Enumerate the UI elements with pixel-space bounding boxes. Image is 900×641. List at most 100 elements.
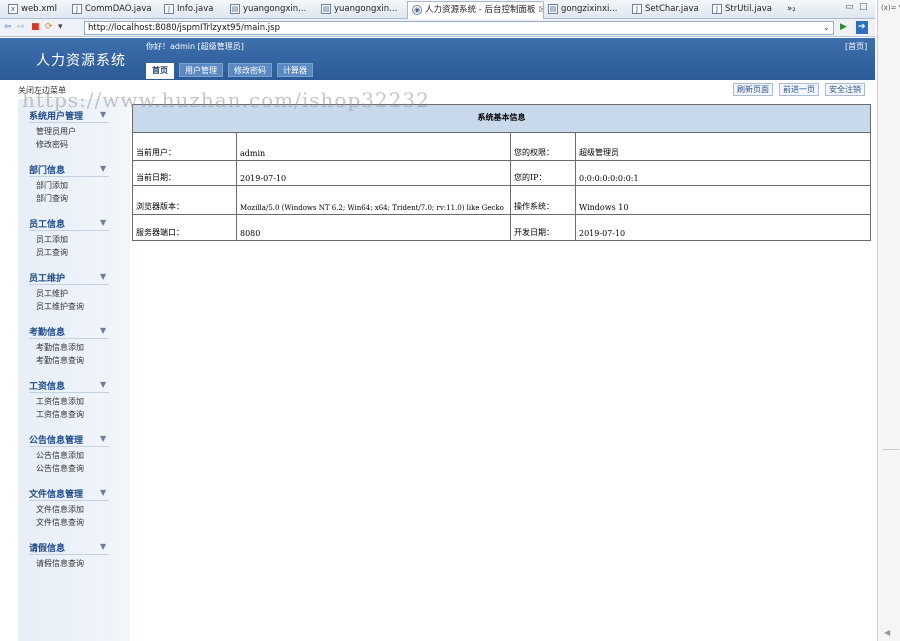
user-greeting: 你好！admin [超级管理员] xyxy=(146,42,244,51)
back-icon[interactable]: ⇦ xyxy=(4,21,12,34)
close-left-menu-link[interactable]: 关闭左边菜单 xyxy=(18,85,66,96)
tab-home[interactable]: 首页 xyxy=(146,63,174,79)
chevron-down-icon: ▼ xyxy=(100,434,107,443)
stop-icon[interactable]: ■ xyxy=(31,21,40,34)
sidebar-group-header[interactable]: 文件信息管理 ▼ xyxy=(18,485,130,501)
editor-tab-web-xml[interactable]: x web.xml xyxy=(8,2,78,18)
table-row: 当前用户： admin 您的权限： 超级管理员 xyxy=(132,132,871,161)
chevron-down-icon: ▼ xyxy=(100,218,107,227)
tab-user-management[interactable]: 用户管理 xyxy=(179,63,223,77)
sidebar-item-department-add[interactable]: 部门添加 xyxy=(36,179,130,192)
editor-tab-yuangongxin-2[interactable]: ▤ yuangongxin... xyxy=(321,2,405,18)
scroll-left-icon[interactable]: ◀ xyxy=(884,628,890,637)
more-tabs-button[interactable]: »₂ xyxy=(787,2,805,18)
refresh-page-button[interactable]: 刷新页面 xyxy=(733,83,773,96)
info-label: 当前日期： xyxy=(132,160,237,186)
sidebar-item-admin-users[interactable]: 管理员用户 xyxy=(36,125,130,138)
sidebar-group-employee-maintenance: 员工维护 ▼ 员工维护 员工维护查询 xyxy=(18,269,130,313)
sidebar-item-employee-add[interactable]: 员工添加 xyxy=(36,233,130,246)
panel-divider xyxy=(883,449,899,450)
table-row: 服务器端口： 8080 开发日期： 2019-07-10 xyxy=(132,214,871,241)
chevron-down-icon: ▼ xyxy=(100,272,107,281)
sidebar-item-salary-query[interactable]: 工资信息查询 xyxy=(36,408,130,421)
variables-view-label[interactable]: (x)= V xyxy=(881,4,900,12)
sidebar-group-leave: 请假信息 ▼ 请假信息查询 xyxy=(18,539,130,570)
sidebar-group-system-users: 系统用户管理 ▼ 管理员用户 修改密码 xyxy=(18,107,130,151)
chevron-down-icon: ▼ xyxy=(100,488,107,497)
chevron-down-icon: ▼ xyxy=(100,542,107,551)
table-title: 系统基本信息 xyxy=(132,104,871,133)
close-icon[interactable]: ☒ xyxy=(538,5,543,14)
sidebar-group-header[interactable]: 考勤信息 ▼ xyxy=(18,323,130,339)
sidebar-group-header[interactable]: 系统用户管理 ▼ xyxy=(18,107,130,123)
info-value: 超级管理员 xyxy=(575,132,871,161)
file-icon: ▤ xyxy=(230,4,240,14)
chevron-down-icon: ▼ xyxy=(100,164,107,173)
url-input[interactable]: http://localhost:8080/jspmITrlzyxt95/mai… xyxy=(84,21,834,35)
home-link[interactable]: [首页] xyxy=(845,41,867,52)
sidebar-group-header[interactable]: 员工信息 ▼ xyxy=(18,215,130,231)
editor-tab-browser[interactable]: ◉人力资源系统 - 后台控制面板☒ xyxy=(407,1,544,19)
editor-tab-info[interactable]: J Info.java xyxy=(164,2,228,18)
tab-change-password[interactable]: 修改密码 xyxy=(228,63,272,77)
sidebar-group-salary: 工资信息 ▼ 工资信息添加 工资信息查询 xyxy=(18,377,130,421)
sidebar-group-title: 员工信息 xyxy=(29,220,66,230)
chevron-down-icon[interactable]: ⌄ xyxy=(823,22,830,34)
sidebar-item-attendance-query[interactable]: 考勤信息查询 xyxy=(36,354,130,367)
minimize-icon[interactable]: ▭ xyxy=(845,2,854,12)
open-external-icon[interactable]: ➔ xyxy=(856,21,868,34)
forward-icon[interactable]: ⇨ xyxy=(17,21,25,34)
sidebar-group-header[interactable]: 部门信息 ▼ xyxy=(18,161,130,177)
sidebar-item-maintenance[interactable]: 员工维护 xyxy=(36,287,130,300)
go-icon[interactable]: ▶ xyxy=(840,21,847,34)
info-value: 8080 xyxy=(236,214,511,241)
file-icon: ▤ xyxy=(321,4,331,14)
info-value: 2019-07-10 xyxy=(236,160,511,186)
chevron-down-icon: ▼ xyxy=(100,110,107,119)
editor-tab-setchar[interactable]: J SetChar.java xyxy=(632,2,706,18)
java-file-icon: J xyxy=(712,4,722,14)
maximize-icon[interactable]: □ xyxy=(859,2,868,12)
sidebar-item-leave-query[interactable]: 请假信息查询 xyxy=(36,557,130,570)
sidebar-group-employees: 员工信息 ▼ 员工添加 员工查询 xyxy=(18,215,130,259)
globe-icon: ◉ xyxy=(412,5,422,15)
logout-button[interactable]: 安全注销 xyxy=(825,83,865,96)
sidebar-group-header[interactable]: 工资信息 ▼ xyxy=(18,377,130,393)
sidebar-item-maintenance-query[interactable]: 员工维护查询 xyxy=(36,300,130,313)
sidebar-group-files: 文件信息管理 ▼ 文件信息添加 文件信息查询 xyxy=(18,485,130,529)
app-header: 人力资源系统 你好！admin [超级管理员] [首页] 首页 用户管理 修改密码计… xyxy=(0,38,875,80)
java-file-icon: J xyxy=(72,4,82,14)
info-value: 2019-07-10 xyxy=(575,214,871,241)
sidebar-item-employee-query[interactable]: 员工查询 xyxy=(36,246,130,259)
forward-page-button[interactable]: 前进一页 xyxy=(779,83,819,96)
editor-tab-commdao[interactable]: J CommDAO.java xyxy=(72,2,157,18)
editor-tab-strutil[interactable]: J StrUtil.java xyxy=(712,2,782,18)
sidebar-item-attendance-add[interactable]: 考勤信息添加 xyxy=(36,341,130,354)
info-value: Mozilla/5.0 (Windows NT 6.2; Win64; x64;… xyxy=(236,185,511,215)
sidebar-group-title: 部门信息 xyxy=(29,166,66,176)
sidebar-group-title: 考勤信息 xyxy=(29,328,66,338)
sidebar-item-change-password[interactable]: 修改密码 xyxy=(36,138,130,151)
sidebar-item-file-query[interactable]: 文件信息查询 xyxy=(36,516,130,529)
browser-address-bar: ⇦ ⇨ ■ ⟳ ▾ http://localhost:8080/jspmITrl… xyxy=(0,19,875,37)
sidebar-item-department-query[interactable]: 部门查询 xyxy=(36,192,130,205)
sidebar-group-announcements: 公告信息管理 ▼ 公告信息添加 公告信息查询 xyxy=(18,431,130,475)
editor-tab-gongzixinxi[interactable]: ▤ gongzixinxi... xyxy=(548,2,628,18)
editor-tab-yuangongxin-1[interactable]: ▤ yuangongxin... xyxy=(230,2,314,18)
chevron-down-icon: ▼ xyxy=(100,380,107,389)
sidebar-group-header[interactable]: 请假信息 ▼ xyxy=(18,539,130,555)
sidebar-item-announcement-add[interactable]: 公告信息添加 xyxy=(36,449,130,462)
refresh-icon[interactable]: ⟳ xyxy=(45,21,53,34)
tab-calculator[interactable]: 计算器 xyxy=(277,63,313,77)
menu-dropdown-icon[interactable]: ▾ xyxy=(58,21,63,34)
sidebar-item-file-add[interactable]: 文件信息添加 xyxy=(36,503,130,516)
system-info-table: 系统基本信息 当前用户： admin 您的权限： 超级管理员 当前日期： 201… xyxy=(132,104,871,241)
table-row: 浏览器版本： Mozilla/5.0 (Windows NT 6.2; Win6… xyxy=(132,185,871,215)
sidebar-item-announcement-query[interactable]: 公告信息查询 xyxy=(36,462,130,475)
sidebar-group-header[interactable]: 员工维护 ▼ xyxy=(18,269,130,285)
info-label: 开发日期： xyxy=(510,214,576,241)
sidebar-item-salary-add[interactable]: 工资信息添加 xyxy=(36,395,130,408)
sidebar-group-header[interactable]: 公告信息管理 ▼ xyxy=(18,431,130,447)
java-file-icon: J xyxy=(164,4,174,14)
side-panel: (x)= V ◀ xyxy=(877,0,900,641)
